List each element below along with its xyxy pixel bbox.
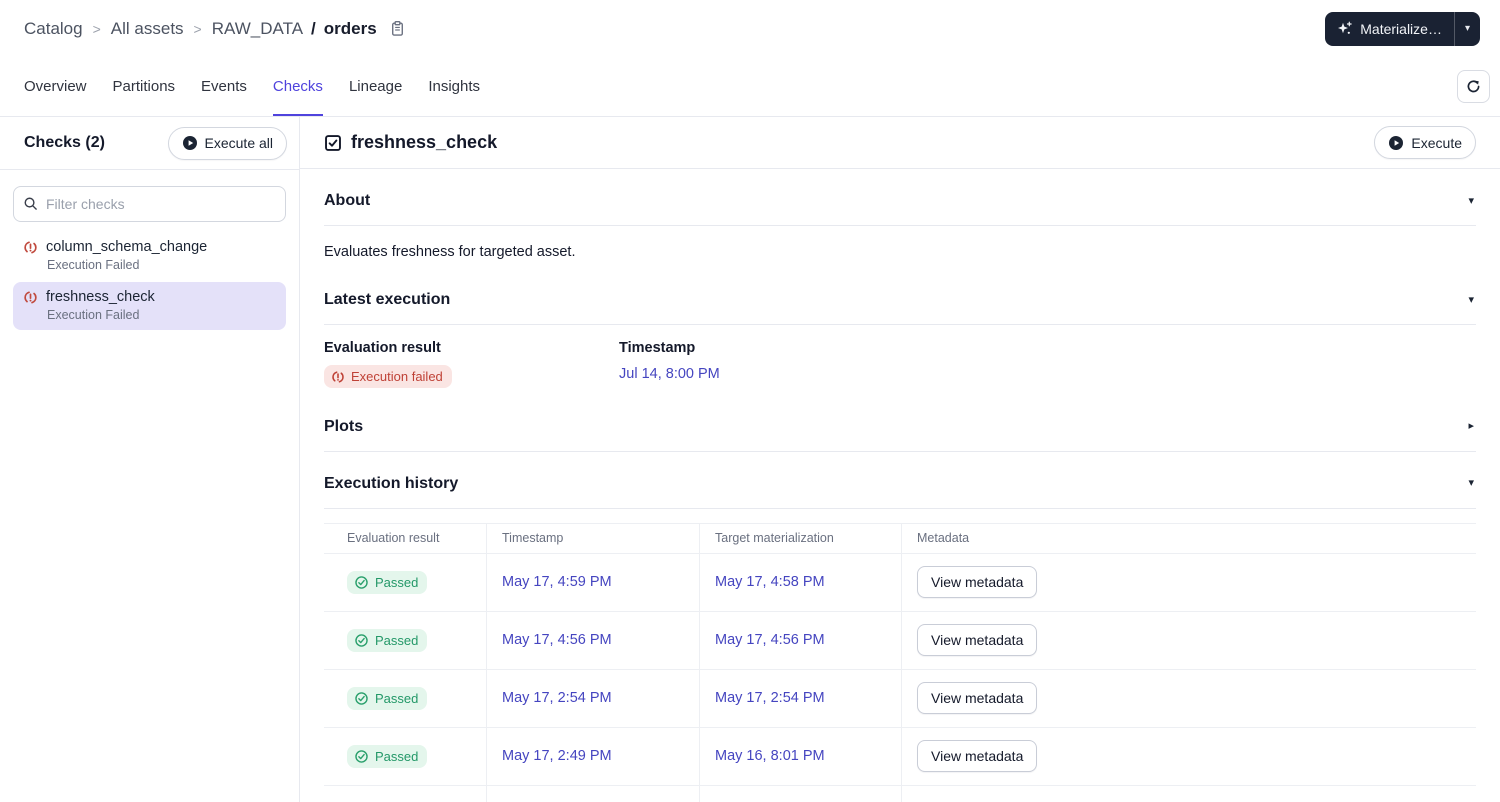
check-list-item-column-schema-change[interactable]: column_schema_change Execution Failed <box>13 232 286 280</box>
table-row: Passed May 17, 2:49 PM May 16, 8:01 PM V… <box>324 727 1476 786</box>
column-header-evaluation-result: Evaluation result <box>324 524 486 554</box>
breadcrumb-current-asset: orders <box>323 18 377 38</box>
execution-failed-badge: Execution failed <box>324 365 452 388</box>
plots-section-header: Plots ▸ <box>324 395 1476 451</box>
passed-badge: Passed <box>347 628 428 652</box>
timestamp-label: Timestamp <box>619 340 696 356</box>
materialize-button[interactable]: Materialize… ▾ <box>1325 11 1480 46</box>
execution-timestamp-link[interactable]: May 17, 2:49 PM <box>502 748 612 764</box>
tab-events[interactable]: Events <box>201 57 247 116</box>
filter-checks-input[interactable] <box>13 186 286 222</box>
breadcrumb: Catalog > All assets > RAW_DATA / orders <box>24 19 406 39</box>
latest-execution-timestamp-link[interactable]: Jul 14, 8:00 PM <box>619 366 720 382</box>
search-icon <box>23 196 38 211</box>
execution-failed-icon <box>332 370 344 383</box>
collapse-caret-icon[interactable]: ▾ <box>1468 294 1474 306</box>
target-materialization-link[interactable]: May 17, 2:54 PM <box>715 690 825 706</box>
check-square-icon <box>325 134 341 151</box>
column-header-timestamp: Timestamp <box>486 523 699 554</box>
top-bar: Catalog > All assets > RAW_DATA / orders… <box>0 0 1500 57</box>
copy-asset-key-icon[interactable] <box>389 20 406 37</box>
view-metadata-button[interactable]: View metadata <box>917 740 1038 772</box>
check-circle-icon <box>355 691 368 705</box>
execution-failed-icon <box>24 290 37 304</box>
tab-insights[interactable]: Insights <box>428 57 480 116</box>
breadcrumb-separator-icon: > <box>193 20 202 37</box>
target-materialization-link[interactable]: May 17, 4:58 PM <box>715 574 825 590</box>
passed-badge: Passed <box>347 686 428 710</box>
plots-heading: Plots <box>324 417 364 435</box>
about-heading: About <box>324 192 371 209</box>
collapse-caret-icon[interactable]: ▾ <box>1468 195 1474 207</box>
table-row: Passed May 17, 4:59 PM May 17, 4:58 PM V… <box>324 553 1476 612</box>
view-metadata-button[interactable]: View metadata <box>917 566 1038 598</box>
check-status-label: Execution Failed <box>47 258 140 272</box>
materialize-label: Materialize… <box>1360 20 1442 37</box>
execution-failed-icon <box>24 240 37 254</box>
check-circle-icon <box>355 575 368 589</box>
execution-timestamp-link[interactable]: May 17, 4:56 PM <box>502 632 612 648</box>
table-row <box>324 785 1476 802</box>
passed-badge: Passed <box>347 744 428 768</box>
refresh-button[interactable] <box>1457 70 1490 103</box>
check-list-item-freshness-check[interactable]: freshness_check Execution Failed <box>13 282 286 330</box>
play-circle-icon <box>182 136 197 150</box>
latest-execution-heading: Latest execution <box>324 291 451 308</box>
check-status-label: Execution Failed <box>47 308 140 322</box>
table-row: Passed May 17, 2:54 PM May 17, 2:54 PM V… <box>324 669 1476 728</box>
execution-history-section-header: Execution history ▾ <box>324 452 1476 508</box>
column-header-target-materialization: Target materialization <box>699 523 901 554</box>
play-circle-icon <box>1389 135 1404 150</box>
execute-button[interactable]: Execute <box>1374 126 1476 159</box>
check-circle-icon <box>355 749 368 763</box>
target-materialization-link[interactable]: May 17, 4:56 PM <box>715 632 825 648</box>
expand-caret-icon[interactable]: ▸ <box>1468 421 1474 432</box>
view-metadata-button[interactable]: View metadata <box>917 624 1038 656</box>
checks-count-title: Checks (2) <box>24 134 105 151</box>
column-header-metadata: Metadata <box>901 523 1476 554</box>
execute-all-button[interactable]: Execute all <box>167 126 287 160</box>
tab-partitions[interactable]: Partitions <box>113 57 176 116</box>
evaluation-result-label: Evaluation result <box>324 340 441 356</box>
execution-timestamp-link[interactable]: May 17, 4:59 PM <box>502 574 612 590</box>
execution-history-heading: Execution history <box>324 474 459 492</box>
about-section-header: About ▾ <box>324 169 1476 225</box>
tab-overview[interactable]: Overview <box>24 57 87 116</box>
tab-lineage[interactable]: Lineage <box>349 57 402 116</box>
table-row: Passed May 17, 4:56 PM May 17, 4:56 PM V… <box>324 611 1476 670</box>
tab-checks[interactable]: Checks <box>272 57 323 116</box>
checks-sidebar: Checks (2) Execute all column_schema_cha… <box>0 117 300 802</box>
sparkle-icon <box>1337 21 1353 37</box>
latest-execution-section-header: Latest execution ▾ <box>324 268 1476 324</box>
execution-timestamp-link[interactable]: May 17, 2:54 PM <box>502 690 612 706</box>
refresh-icon <box>1467 80 1480 93</box>
passed-badge: Passed <box>347 570 428 594</box>
view-metadata-button[interactable]: View metadata <box>917 682 1038 714</box>
check-detail-pane: freshness_check Execute About ▾ Evaluate… <box>300 117 1500 802</box>
check-title: freshness_check <box>351 132 498 152</box>
tab-bar: Overview Partitions Events Checks Lineag… <box>0 57 1500 117</box>
collapse-caret-icon[interactable]: ▾ <box>1468 478 1474 489</box>
asset-path-divider: / <box>311 18 316 38</box>
target-materialization-link[interactable]: May 16, 8:01 PM <box>715 748 825 764</box>
materialize-dropdown-caret-icon[interactable]: ▾ <box>1453 11 1480 46</box>
check-circle-icon <box>355 633 368 647</box>
breadcrumb-catalog[interactable]: Catalog <box>24 19 83 39</box>
execution-history-table: Evaluation result Timestamp Target mater… <box>324 522 1476 802</box>
breadcrumb-all-assets[interactable]: All assets <box>111 19 184 39</box>
about-description: Evaluates freshness for targeted asset. <box>324 244 576 260</box>
breadcrumb-key-prefix[interactable]: RAW_DATA <box>212 19 303 39</box>
breadcrumb-separator-icon: > <box>92 20 101 37</box>
section-divider <box>324 507 1476 509</box>
